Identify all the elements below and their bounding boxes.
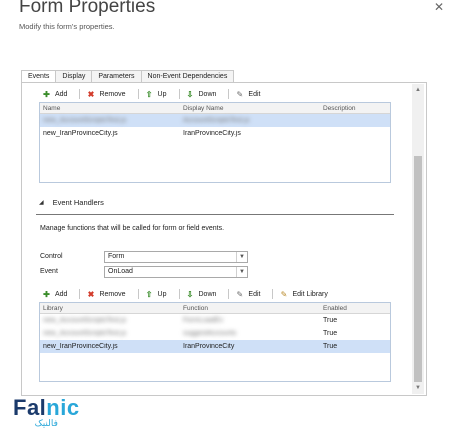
logo-part-b: nic [46,395,80,420]
library-up-label: Up [157,90,167,98]
handler-function: FormLoadEv [183,317,224,324]
event-value: OnLoad [108,268,133,275]
chevron-down-icon[interactable]: ▼ [236,252,247,262]
page-title: Form Properties [19,0,156,17]
handler-down-button[interactable]: ⇩ Down [186,290,217,299]
column-header[interactable]: Function [180,305,320,312]
handler-down-label: Down [198,290,217,298]
table-row[interactable]: new_AccountScriptsTest.js AccountScripts… [40,114,390,127]
library-edit-label: Edit [248,90,261,98]
handler-edit-library-label: Edit Library [292,290,328,298]
handler-add-label: Add [55,290,68,298]
libraries-toolbar: ✚ Add ✖ Remove ⇧ Up ⇩ Down ✎ Edit [42,88,272,100]
library-edit-button[interactable]: ✎ Edit [235,89,261,99]
library-remove-button[interactable]: ✖ Remove [86,89,126,99]
library-down-button[interactable]: ⇩ Down [186,90,217,99]
logo-part-a: Fal [13,395,47,420]
library-name: new_IranProvinceCity.js [43,130,118,137]
watermark-logo: Falnic فالنیک [13,397,80,429]
library-remove-label: Remove [99,90,126,98]
library-display-name: AccountScriptsTest.js [183,117,250,124]
arrow-up-icon: ⇧ [145,289,153,299]
section-description: Manage functions that will be called for… [40,225,225,232]
scroll-up-icon[interactable]: ▲ [412,84,424,96]
table-row[interactable]: new_AccountScriptsTest.js FormLoadEv Tru… [40,314,390,327]
libraries-grid: Name Display Name Description new_Accoun… [39,102,391,183]
close-icon[interactable]: ✕ [433,1,445,14]
edit-library-icon: ✎ [280,289,288,299]
grid-header: Library Function Enabled [40,303,390,314]
edit-icon: ✎ [236,89,244,99]
arrow-down-icon: ⇩ [186,89,194,99]
toolbar-divider [79,289,81,299]
library-display-name: IranProvinceCity.js [183,130,241,137]
table-row[interactable]: new_IranProvinceCity.js IranProvinceCity… [40,127,390,140]
handler-edit-label: Edit [248,290,261,298]
handler-enabled: True [323,330,338,337]
panel-scrollbar[interactable]: ▲ ▼ [412,84,424,394]
arrow-up-icon: ⇧ [145,89,153,99]
library-down-label: Down [198,90,217,98]
column-header[interactable]: Enabled [320,305,390,312]
library-add-button[interactable]: ✚ Add [42,90,67,99]
scroll-thumb[interactable] [414,156,422,382]
column-header[interactable]: Description [320,105,390,112]
library-add-label: Add [55,90,68,98]
toolbar-divider [137,289,139,299]
section-divider [36,214,394,215]
handler-remove-label: Remove [99,290,126,298]
toolbar-divider [178,89,180,99]
add-icon: ✚ [43,289,50,299]
toolbar-divider [79,89,81,99]
toolbar-divider [228,89,230,99]
control-label: Control [40,253,63,260]
event-select[interactable]: OnLoad ▼ [104,266,248,278]
handler-add-button[interactable]: ✚ Add [42,290,67,299]
column-header[interactable]: Name [40,105,180,112]
library-up-button[interactable]: ⇧ Up [145,90,167,99]
table-row[interactable]: new_AccountScriptsTest.js suggestAccount… [40,327,390,340]
handler-enabled: True [323,343,338,350]
remove-icon: ✖ [87,89,95,99]
column-header[interactable]: Display Name [180,105,320,112]
section-title: Event Handlers [52,198,104,207]
handler-remove-button[interactable]: ✖ Remove [86,289,126,299]
arrow-down-icon: ⇩ [186,289,194,299]
control-value: Form [108,253,125,260]
scroll-down-icon[interactable]: ▼ [412,382,424,394]
handler-function: suggestAccounts [183,330,237,337]
handler-library: new_IranProvinceCity.js [43,343,118,350]
event-handlers-section-header[interactable]: ◢ Event Handlers [39,198,104,207]
handler-enabled: True [323,317,338,324]
collapse-caret-icon[interactable]: ◢ [39,199,44,206]
column-header[interactable]: Library [40,305,180,312]
toolbar-divider [272,289,274,299]
control-select[interactable]: Form ▼ [104,251,248,263]
toolbar-divider [137,89,139,99]
handler-library: new_AccountScriptsTest.js [43,330,127,337]
handler-edit-button[interactable]: ✎ Edit [235,289,261,299]
event-label: Event [40,268,58,275]
edit-icon: ✎ [236,289,244,299]
toolbar-divider [228,289,230,299]
remove-icon: ✖ [87,289,95,299]
handlers-toolbar: ✚ Add ✖ Remove ⇧ Up ⇩ Down ✎ Edit ✎ Edit… [42,288,340,300]
page-subtitle: Modify this form's properties. [19,22,115,31]
handler-function: IranProvinceCity [183,343,235,350]
table-row[interactable]: new_IranProvinceCity.js IranProvinceCity… [40,340,390,353]
chevron-down-icon[interactable]: ▼ [236,267,247,277]
handler-edit-library-button[interactable]: ✎ Edit Library [279,289,328,299]
handler-library: new_AccountScriptsTest.js [43,317,127,324]
handler-up-button[interactable]: ⇧ Up [145,290,167,299]
grid-header: Name Display Name Description [40,103,390,114]
logo-wordmark: Falnic [13,397,80,419]
handlers-grid: Library Function Enabled new_AccountScri… [39,302,391,382]
handler-up-label: Up [157,290,167,298]
library-name: new_AccountScriptsTest.js [43,117,127,124]
toolbar-divider [178,289,180,299]
add-icon: ✚ [43,89,50,99]
